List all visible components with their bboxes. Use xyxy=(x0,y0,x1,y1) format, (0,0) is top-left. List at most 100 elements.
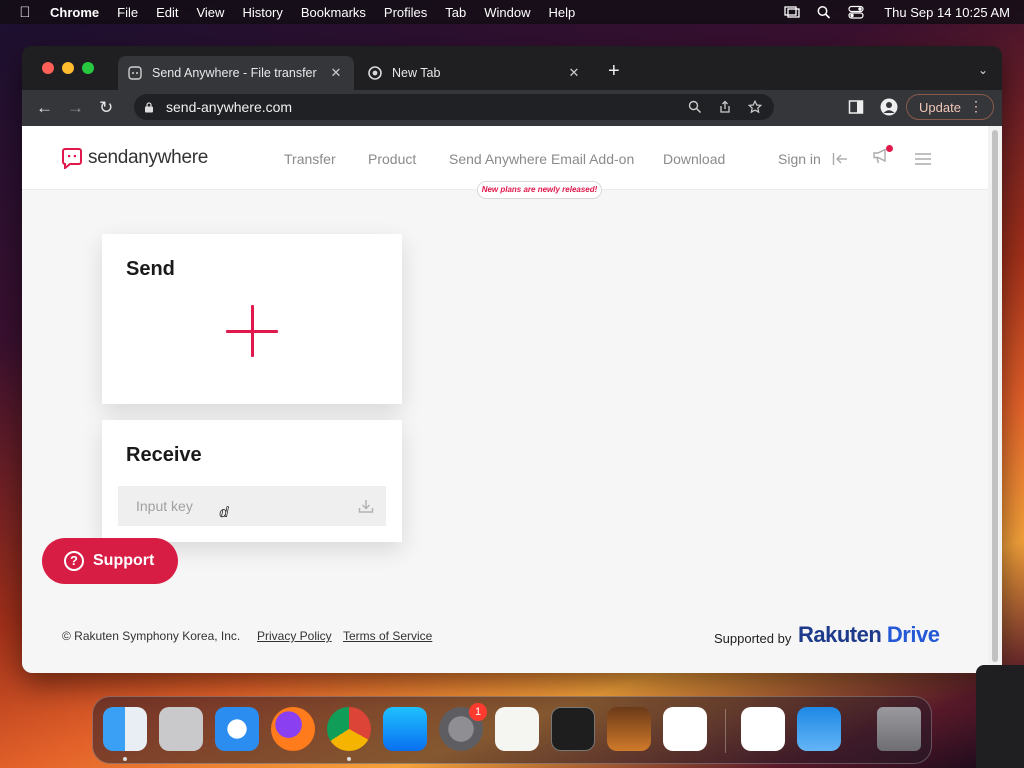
safari-icon[interactable] xyxy=(215,707,259,751)
download-icon[interactable] xyxy=(358,498,374,514)
new-tab-plus-icon[interactable]: + xyxy=(608,61,620,81)
menu-bar-clock[interactable]: Thu Sep 14 10:25 AM xyxy=(884,5,1010,20)
firefox-icon[interactable] xyxy=(271,707,315,751)
send-anywhere-logo-icon xyxy=(62,148,82,169)
textedit-icon[interactable] xyxy=(495,707,539,751)
screen-mirroring-icon[interactable] xyxy=(784,5,800,19)
support-button[interactable]: ? Support xyxy=(42,538,178,584)
profile-avatar-icon[interactable] xyxy=(880,98,898,116)
tab-title: New Tab xyxy=(392,66,441,80)
send-anywhere-favicon-icon xyxy=(128,66,142,80)
close-window-button[interactable] xyxy=(42,62,54,74)
tab-send-anywhere[interactable]: Send Anywhere - File transfer ✕ xyxy=(118,56,354,90)
finder-icon[interactable] xyxy=(103,707,147,751)
terminal-icon[interactable] xyxy=(551,707,595,751)
chrome-favicon-icon xyxy=(368,66,382,80)
garageband-icon[interactable] xyxy=(607,707,651,751)
supported-by-label: Supported by xyxy=(714,631,792,646)
menu-file[interactable]: File xyxy=(117,5,138,20)
send-title: Send xyxy=(126,258,175,280)
privacy-policy-link[interactable]: Privacy Policy xyxy=(257,629,332,643)
menu-bookmarks[interactable]: Bookmarks xyxy=(301,5,366,20)
address-bar[interactable]: send-anywhere.com xyxy=(134,94,774,120)
nav-download[interactable]: Download xyxy=(663,151,725,167)
menu-window[interactable]: Window xyxy=(484,5,530,20)
chrome-icon[interactable] xyxy=(327,707,371,751)
zoom-search-icon[interactable] xyxy=(688,100,702,114)
chrome-menu-icon[interactable]: ⋮ xyxy=(969,98,983,115)
header-actions xyxy=(832,145,932,169)
menu-bar:  Chrome File Edit View History Bookmark… xyxy=(0,0,1024,24)
input-key-field[interactable] xyxy=(118,486,386,526)
vscode-icon[interactable] xyxy=(663,707,707,751)
sign-in-link[interactable]: Sign in xyxy=(778,151,821,167)
terms-of-service-link[interactable]: Terms of Service xyxy=(343,629,432,643)
dock-separator xyxy=(725,709,726,753)
support-label: Support xyxy=(93,552,155,569)
forward-arrow-icon[interactable]: → xyxy=(67,98,84,118)
toolbar-right xyxy=(848,98,898,116)
weather-icon[interactable] xyxy=(797,707,841,751)
side-panel-icon[interactable] xyxy=(848,99,864,115)
sign-in-arrow-icon[interactable] xyxy=(832,152,848,166)
menu-profiles[interactable]: Profiles xyxy=(384,5,427,20)
running-indicator xyxy=(123,757,127,761)
page-scrollbar[interactable] xyxy=(988,126,1002,673)
app-store-icon[interactable] xyxy=(383,707,427,751)
web-page: sendanywhere Transfer Product Send Anywh… xyxy=(22,126,1002,673)
lock-icon[interactable] xyxy=(144,101,154,113)
rakuten-wordmark: Rakuten xyxy=(798,622,882,647)
background-window-edge xyxy=(976,665,1024,768)
announcement-button[interactable] xyxy=(872,145,893,169)
scrollbar-thumb[interactable] xyxy=(992,130,998,662)
notification-badge: 1 xyxy=(469,703,487,721)
rakuten-drive-logo[interactable]: Rakuten Drive xyxy=(798,622,940,648)
trash-icon[interactable] xyxy=(877,707,921,751)
send-anywhere-logo[interactable]: sendanywhere xyxy=(62,147,208,169)
zoom-window-button[interactable] xyxy=(82,62,94,74)
tab-new-tab[interactable]: New Tab ✕ xyxy=(358,56,592,90)
close-tab-icon[interactable]: ✕ xyxy=(328,65,344,81)
hamburger-menu-icon[interactable] xyxy=(914,152,932,166)
new-plans-badge[interactable]: New plans are newly released! xyxy=(477,181,602,199)
menu-history[interactable]: History xyxy=(242,5,282,20)
tab-search-chevron-icon[interactable]: ⌄ xyxy=(978,63,988,77)
address-bar-actions xyxy=(688,100,762,114)
site-header: sendanywhere Transfer Product Send Anywh… xyxy=(22,126,988,199)
reload-icon[interactable]: ↻ xyxy=(99,98,113,118)
menu-help[interactable]: Help xyxy=(549,5,576,20)
menu-edit[interactable]: Edit xyxy=(156,5,178,20)
update-button[interactable]: Update ⋮ xyxy=(906,94,994,120)
receive-card: Receive xyxy=(102,420,402,542)
control-center-icon[interactable] xyxy=(848,5,864,19)
url-text[interactable]: send-anywhere.com xyxy=(166,99,292,115)
add-files-plus-icon[interactable] xyxy=(226,305,278,357)
nav-transfer[interactable]: Transfer xyxy=(284,151,336,167)
share-icon[interactable] xyxy=(718,100,732,114)
help-circle-icon: ? xyxy=(64,551,84,571)
minimize-window-button[interactable] xyxy=(62,62,74,74)
menu-view[interactable]: View xyxy=(196,5,224,20)
update-label: Update xyxy=(919,99,961,115)
logo-text-send: send xyxy=(88,147,129,168)
menu-app-name[interactable]: Chrome xyxy=(50,5,99,20)
launchpad-icon[interactable] xyxy=(159,707,203,751)
bookmark-star-icon[interactable] xyxy=(748,100,762,114)
logo-text: sendanywhere xyxy=(88,147,208,169)
tab-strip: Send Anywhere - File transfer ✕ New Tab … xyxy=(22,46,1002,90)
close-tab-icon[interactable]: ✕ xyxy=(566,65,582,81)
nav-email-add-on[interactable]: Send Anywhere Email Add-on xyxy=(449,151,634,167)
text-cursor-icon: ⅆ xyxy=(219,504,229,520)
notification-dot xyxy=(886,145,893,152)
back-arrow-icon[interactable]: ← xyxy=(36,98,53,118)
nav-product[interactable]: Product xyxy=(368,151,416,167)
send-card: Send xyxy=(102,234,402,404)
menu-tab[interactable]: Tab xyxy=(445,5,466,20)
visual-studio-icon[interactable] xyxy=(741,707,785,751)
running-indicator xyxy=(347,757,351,761)
tab-title: Send Anywhere - File transfer xyxy=(152,66,317,80)
footer-copyright: © Rakuten Symphony Korea, Inc. xyxy=(62,629,241,643)
spotlight-search-icon[interactable] xyxy=(816,5,832,19)
apple-menu-icon[interactable]:  xyxy=(14,4,36,21)
drive-wordmark: Drive xyxy=(886,622,940,647)
